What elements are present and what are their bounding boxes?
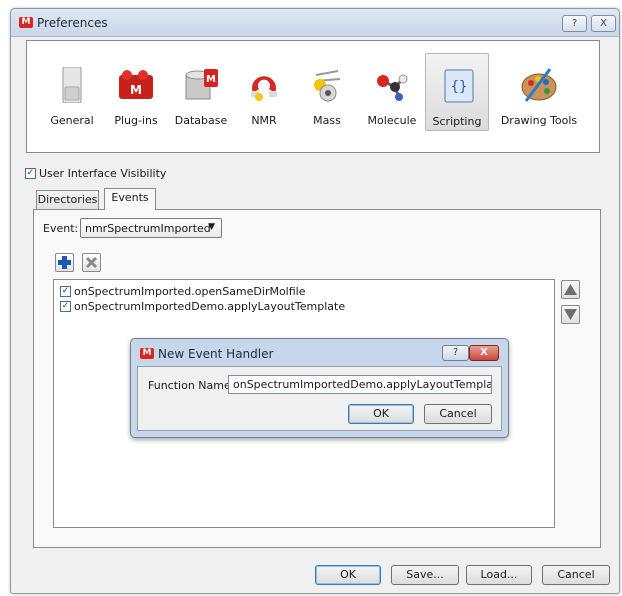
tool-mass[interactable]: Mass: [292, 53, 362, 131]
tool-label: Scripting: [432, 115, 482, 128]
triangle-up-icon: [564, 284, 577, 295]
event-label: Event:: [43, 222, 79, 235]
ui-visibility-checkbox[interactable]: ✓ User Interface Visibility: [25, 166, 166, 180]
help-button[interactable]: ?: [562, 15, 587, 32]
checkbox-checked-icon: ✓: [25, 167, 36, 179]
tool-scripting[interactable]: {} Scripting: [425, 53, 489, 131]
function-name-label: Function Name:: [148, 379, 235, 392]
list-item[interactable]: ✓ onSpectrumImportedDemo.applyLayoutTempl…: [60, 299, 345, 313]
tab-events[interactable]: Events: [104, 188, 156, 210]
dialog-body: Function Name: onSpectrumImportedDemo.ap…: [137, 366, 502, 431]
mass-icon: [314, 70, 341, 102]
tool-label: General: [50, 114, 94, 127]
dialog-cancel-button[interactable]: Cancel: [424, 404, 492, 424]
database-icon: M: [185, 69, 218, 100]
tool-label: Database: [174, 114, 228, 127]
chevron-down-icon: ▼: [208, 222, 215, 232]
save-button[interactable]: Save...: [391, 565, 459, 585]
tool-database[interactable]: M Database: [166, 53, 236, 131]
svg-text:{}: {}: [451, 79, 468, 95]
event-select-value: nmrSpectrumImported: [85, 222, 211, 235]
ui-visibility-label: User Interface Visibility: [39, 166, 167, 180]
general-icon: [62, 67, 82, 103]
dialog-title: New Event Handler: [158, 347, 274, 361]
handler-label: onSpectrumImported.openSameDirMolfile: [74, 284, 306, 298]
plugins-icon: M: [119, 70, 153, 99]
tool-nmr[interactable]: NMR: [229, 53, 299, 131]
list-item[interactable]: ✓ onSpectrumImported.openSameDirMolfile: [60, 284, 306, 298]
title-bar[interactable]: M Preferences ? X: [11, 9, 619, 37]
tool-general[interactable]: General: [37, 53, 107, 131]
svg-text:M: M: [206, 74, 216, 85]
nmr-icon: [251, 76, 277, 101]
function-name-input[interactable]: onSpectrumImportedDemo.applyLayoutTempla…: [228, 375, 492, 394]
load-button[interactable]: Load...: [466, 565, 532, 585]
checkbox-checked-icon[interactable]: ✓: [60, 300, 71, 312]
close-button[interactable]: X: [591, 15, 616, 32]
app-logo-icon: M: [19, 17, 33, 28]
tab-directories[interactable]: Directories: [36, 190, 99, 210]
handler-label: onSpectrumImportedDemo.applyLayoutTempla…: [74, 299, 346, 313]
drawing-tools-icon: [521, 68, 557, 102]
app-logo-icon: M: [140, 348, 154, 359]
dialog-ok-button[interactable]: OK: [348, 404, 414, 424]
category-toolbar: General M Plug-ins M Database NMR Mass M…: [26, 40, 600, 153]
cancel-button[interactable]: Cancel: [542, 565, 610, 585]
remove-handler-button[interactable]: [82, 253, 101, 272]
move-down-button[interactable]: [561, 305, 580, 324]
plus-icon: [58, 256, 71, 269]
add-handler-button[interactable]: [55, 253, 74, 272]
dialog-help-button[interactable]: ?: [442, 345, 469, 361]
tool-label: Mass: [313, 114, 341, 127]
triangle-down-icon: [564, 309, 577, 320]
tool-molecule[interactable]: Molecule: [357, 53, 427, 131]
window-title: Preferences: [37, 16, 108, 30]
scripting-icon: {}: [444, 69, 474, 103]
move-up-button[interactable]: [561, 280, 580, 299]
tool-label: Drawing Tools: [500, 114, 578, 127]
tool-label: NMR: [251, 114, 277, 127]
dialog-close-button[interactable]: X: [469, 345, 499, 361]
svg-text:M: M: [130, 83, 142, 97]
tool-drawing-tools[interactable]: Drawing Tools: [495, 53, 583, 131]
new-event-handler-dialog: M New Event Handler ? X Function Name: o…: [130, 338, 509, 438]
tool-plugins[interactable]: M Plug-ins: [101, 53, 171, 131]
tool-label: Plug-ins: [114, 114, 158, 127]
molecule-icon: [377, 74, 408, 101]
checkbox-checked-icon[interactable]: ✓: [60, 285, 71, 297]
event-select[interactable]: nmrSpectrumImported ▼: [80, 218, 222, 238]
ok-button[interactable]: OK: [315, 565, 381, 585]
tool-label: Molecule: [367, 114, 417, 127]
delete-icon: [85, 256, 98, 269]
